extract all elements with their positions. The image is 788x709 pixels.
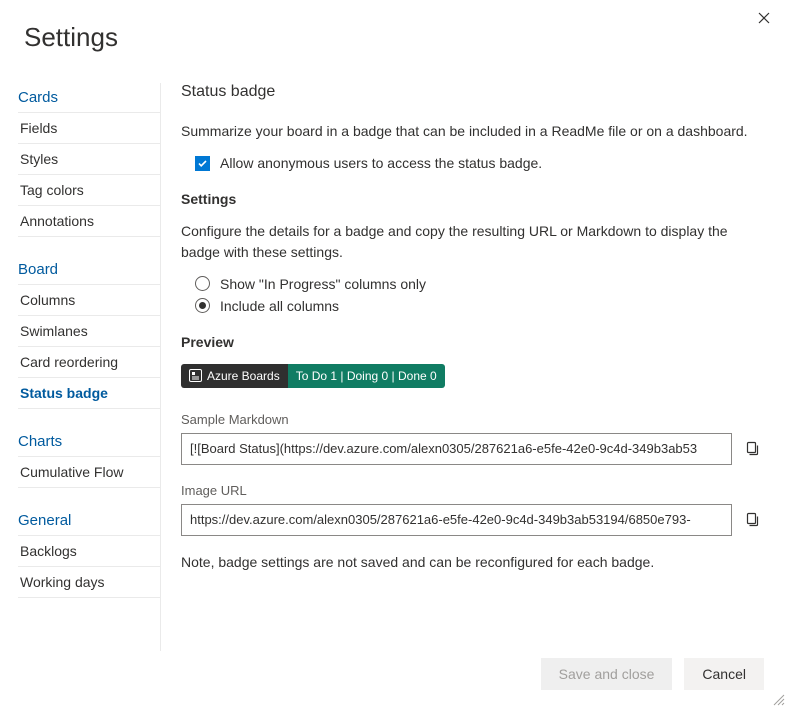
badge-left-text: Azure Boards <box>207 369 280 383</box>
sidebar-item-tag-colors[interactable]: Tag colors <box>18 175 160 206</box>
azure-boards-icon <box>189 369 202 382</box>
sample-markdown-label: Sample Markdown <box>181 412 764 427</box>
settings-sidebar: Cards Fields Styles Tag colors Annotatio… <box>0 83 160 651</box>
resize-grip-icon <box>773 694 785 706</box>
allow-anonymous-checkbox[interactable] <box>195 156 210 171</box>
sidebar-heading-charts[interactable]: Charts <box>18 427 160 457</box>
copy-icon <box>744 512 760 528</box>
dialog-title: Settings <box>0 0 788 53</box>
page-title: Status badge <box>181 83 764 101</box>
sidebar-item-styles[interactable]: Styles <box>18 144 160 175</box>
radio-include-all[interactable] <box>195 298 210 313</box>
sidebar-heading-board[interactable]: Board <box>18 255 160 285</box>
sidebar-item-card-reordering[interactable]: Card reordering <box>18 347 160 378</box>
sidebar-item-swimlanes[interactable]: Swimlanes <box>18 316 160 347</box>
sidebar-heading-cards[interactable]: Cards <box>18 83 160 113</box>
sidebar-item-annotations[interactable]: Annotations <box>18 206 160 237</box>
allow-anonymous-label: Allow anonymous users to access the stat… <box>220 155 542 171</box>
resize-handle[interactable] <box>773 693 785 705</box>
cancel-button[interactable]: Cancel <box>684 658 764 690</box>
sample-markdown-input[interactable] <box>181 433 732 465</box>
image-url-label: Image URL <box>181 483 764 498</box>
settings-content: Status badge Summarize your board in a b… <box>160 83 788 651</box>
sidebar-heading-general[interactable]: General <box>18 506 160 536</box>
save-and-close-button[interactable]: Save and close <box>541 658 673 690</box>
image-url-input[interactable] <box>181 504 732 536</box>
page-description: Summarize your board in a badge that can… <box>181 121 764 141</box>
preview-heading: Preview <box>181 334 764 350</box>
sidebar-item-fields[interactable]: Fields <box>18 113 160 144</box>
checkmark-icon <box>197 158 208 169</box>
radio-include-all-label: Include all columns <box>220 298 339 314</box>
sidebar-item-backlogs[interactable]: Backlogs <box>18 536 160 567</box>
radio-in-progress-label: Show "In Progress" columns only <box>220 276 426 292</box>
sidebar-item-columns[interactable]: Columns <box>18 285 160 316</box>
settings-description: Configure the details for a badge and co… <box>181 221 764 262</box>
settings-heading: Settings <box>181 191 764 207</box>
close-button[interactable] <box>758 12 770 28</box>
status-badge-preview: Azure Boards To Do 1 | Doing 0 | Done 0 <box>181 364 445 388</box>
sidebar-item-cumulative-flow[interactable]: Cumulative Flow <box>18 457 160 488</box>
copy-markdown-button[interactable] <box>740 437 764 461</box>
close-icon <box>758 12 770 24</box>
sidebar-item-working-days[interactable]: Working days <box>18 567 160 598</box>
badge-right-text: To Do 1 | Doing 0 | Done 0 <box>288 364 445 388</box>
radio-in-progress-only[interactable] <box>195 276 210 291</box>
dialog-footer: Save and close Cancel <box>541 658 764 690</box>
badge-note: Note, badge settings are not saved and c… <box>181 554 764 570</box>
copy-icon <box>744 441 760 457</box>
copy-image-url-button[interactable] <box>740 508 764 532</box>
sidebar-item-status-badge[interactable]: Status badge <box>18 378 160 409</box>
